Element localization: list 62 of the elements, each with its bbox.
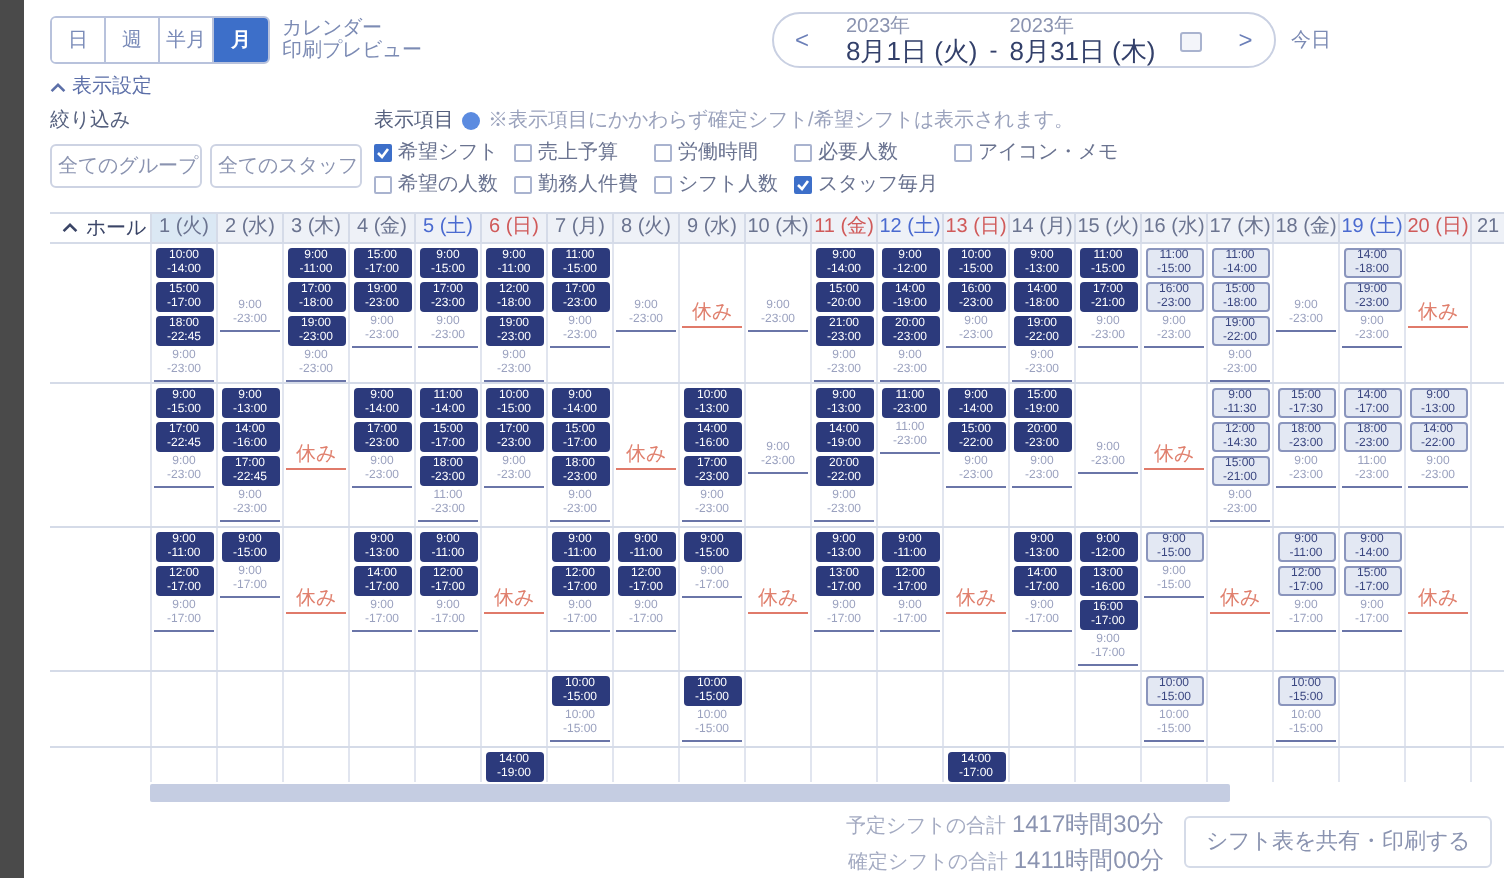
group-header[interactable]: ホール [50,214,150,242]
day-header: 3 (木) [282,214,348,242]
display-option[interactable]: 希望の人数 [374,170,498,200]
display-settings-toggle[interactable]: 表示設定 [50,72,152,102]
day-off-label: 休み [682,302,742,328]
day-header: 14 (月) [1008,214,1074,242]
display-option[interactable]: 必要人数 [794,138,938,168]
day-header: 15 (火) [1074,214,1140,242]
day-header: 4 (金) [348,214,414,242]
previous-button[interactable]: < [790,22,814,58]
day-header: 2 (水) [216,214,282,242]
day-header: 21 [1470,214,1504,242]
total-value: 1417時間30分 [1011,808,1164,842]
day-header: 13 (日) [942,214,1008,242]
total-label: 確定シフトの合計 [847,849,1008,878]
display-option[interactable]: 希望シフト [374,138,498,168]
day-off-label: 休み [286,588,346,614]
filter-label: 絞り込み [50,107,132,136]
day-off-label: 休み [616,444,676,470]
day-header: 9 (水) [678,214,744,242]
display-option[interactable]: 労働時間 [654,138,778,168]
start-year: 2023年 [846,17,913,37]
day-header: 19 (土) [1338,214,1404,242]
day-off-label: 休み [484,588,544,614]
end-date: 8月31日 (木) [1009,37,1156,63]
display-option[interactable]: シフト人数 [654,170,778,200]
view-tab[interactable]: 月 [214,18,268,62]
day-off-label: 休み [946,588,1006,614]
day-off-label: 休み [286,444,346,470]
day-header: 1 (火) [150,214,216,242]
view-tab[interactable]: 日 [52,18,106,62]
display-option[interactable]: アイコン・メモ [954,138,1118,168]
display-option[interactable]: スタッフ毎月 [794,170,938,200]
range-separator: - [989,33,998,67]
day-header: 16 (水) [1140,214,1206,242]
day-header: 7 (月) [546,214,612,242]
next-button[interactable]: > [1233,22,1258,58]
day-header: 20 (日) [1404,214,1470,242]
end-year: 2023年 [1009,17,1076,37]
day-header: 10 (木) [744,214,810,242]
day-off-label: 休み [1144,444,1204,470]
today-link[interactable]: 今日 [1291,25,1332,55]
view-tab[interactable]: 半月 [160,18,214,62]
day-header: 5 (土) [414,214,480,242]
day-off-label: 休み [1210,588,1270,614]
display-option[interactable]: 勤務人件費 [514,170,638,200]
start-date: 8月1日 (火) [846,37,978,63]
day-header: 11 (金) [810,214,876,242]
day-off-label: 休み [1408,302,1468,328]
day-off-label: 休み [1408,588,1468,614]
day-header: 12 (土) [876,214,942,242]
total-value: 1411時間00分 [1013,844,1164,878]
day-header: 8 (火) [612,214,678,242]
print-preview-link[interactable]: カレンダー 印刷プレビュー [282,18,422,62]
total-label: 予定シフトの合計 [845,813,1006,842]
day-header: 6 (日) [480,214,546,242]
display-option[interactable]: 売上予算 [514,138,638,168]
day-header: 17 (木) [1206,214,1272,242]
day-header: 18 (金) [1272,214,1338,242]
display-items-label: 表示項目 [374,107,454,136]
display-items-note: ※表示項目にかかわらず確定シフト/希望シフトは表示されます。 [488,107,1074,136]
day-off-label: 休み [748,588,808,614]
